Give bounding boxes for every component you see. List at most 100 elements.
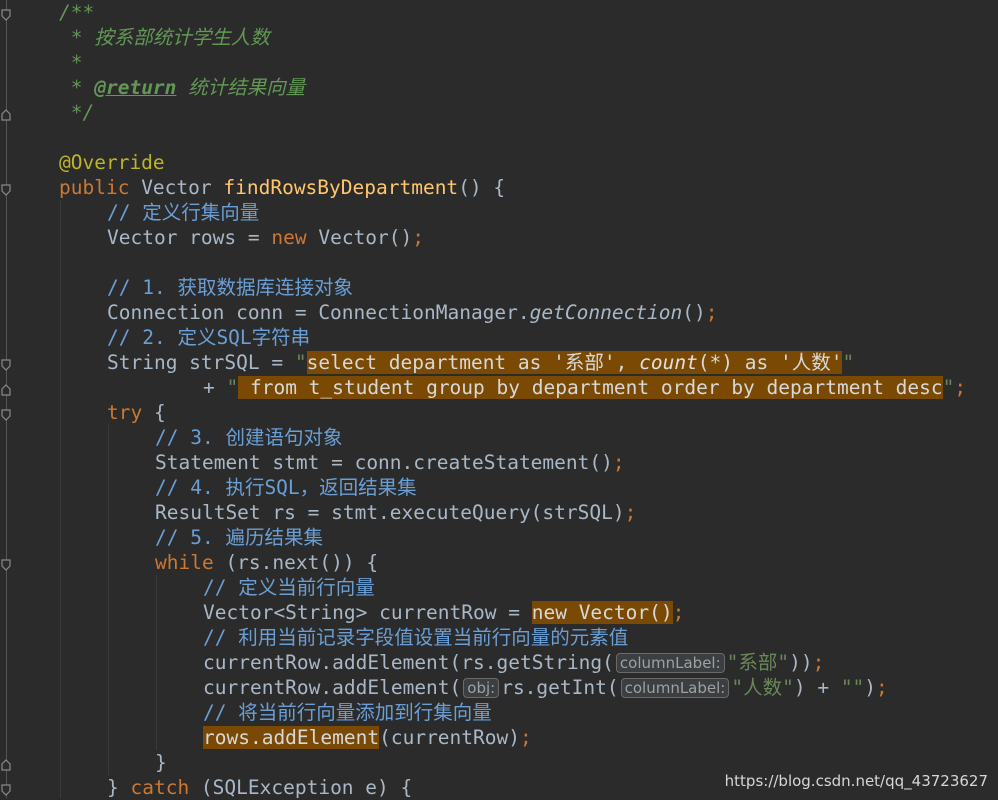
fold-arrow-icon[interactable] bbox=[1, 359, 11, 371]
doc-comment-text: * bbox=[59, 51, 83, 74]
string-literal: "系部" bbox=[726, 651, 790, 674]
code-line: @Override bbox=[59, 150, 165, 175]
code-line: currentRow.addElement(obj: rs.getInt(colu… bbox=[203, 675, 888, 700]
semicolon: ; bbox=[520, 726, 532, 749]
fold-arrow-icon[interactable] bbox=[1, 109, 11, 121]
code-line: /** bbox=[59, 0, 94, 25]
highlighted-sql: from t_student group by department order… bbox=[238, 376, 943, 399]
code-text: () bbox=[682, 301, 706, 324]
code-text: (SQLException e) { bbox=[189, 776, 413, 799]
code-line: // 3. 创建语句对象 bbox=[155, 425, 342, 450]
string-quote: " bbox=[842, 351, 855, 374]
string-literal: "人数" bbox=[731, 676, 794, 699]
editor-gutter bbox=[0, 0, 16, 798]
string-quote: " bbox=[226, 376, 239, 399]
code-line: * @return 统计结果向量 bbox=[59, 75, 305, 100]
code-line: // 4. 执行SQL，返回结果集 bbox=[155, 475, 417, 500]
fold-arrow-icon[interactable] bbox=[1, 559, 11, 571]
semicolon: ; bbox=[954, 376, 967, 399]
fold-arrow-icon[interactable] bbox=[1, 384, 11, 396]
code-line: ResultSet rs = stmt.executeQuery(strSQL)… bbox=[155, 500, 636, 525]
code-text: Vector rows = bbox=[107, 226, 272, 249]
code-line: + " from t_student group by department o… bbox=[203, 375, 966, 400]
semicolon: ; bbox=[705, 301, 718, 324]
highlighted-code: new Vector() bbox=[531, 601, 673, 624]
code-text: currentRow.addElement( bbox=[203, 676, 462, 699]
code-line: */ bbox=[59, 100, 95, 125]
line-comment: // 4. 执行SQL，返回结果集 bbox=[155, 476, 417, 499]
semicolon: ; bbox=[812, 651, 825, 674]
code-text: currentRow.addElement(rs.getString( bbox=[203, 651, 614, 674]
sql-function: count bbox=[639, 351, 698, 374]
fold-arrow-icon[interactable] bbox=[1, 9, 11, 21]
code-line: currentRow.addElement(rs.getString(colum… bbox=[203, 650, 824, 675]
semicolon: ; bbox=[876, 676, 888, 699]
keyword: try bbox=[107, 401, 143, 424]
code-line: public Vector findRowsByDepartment() { bbox=[59, 175, 505, 200]
string-quote: " bbox=[942, 376, 955, 399]
code-text: } bbox=[155, 751, 167, 774]
code-text: ) bbox=[864, 676, 877, 699]
doc-comment-text: * 按系部统计学生人数 bbox=[59, 26, 270, 49]
code-line: // 定义行集向量 bbox=[107, 200, 259, 225]
code-line: Vector rows = new Vector(); bbox=[107, 225, 424, 250]
code-line: rows.addElement(currentRow); bbox=[203, 725, 532, 750]
doc-comment-text: 统计结果向量 bbox=[176, 76, 306, 99]
doc-comment-open: /** bbox=[59, 1, 95, 24]
parameter-hint: columnLabel: bbox=[620, 678, 730, 698]
string-quote: " bbox=[294, 351, 307, 374]
method-params: () { bbox=[458, 176, 506, 199]
line-comment: // 5. 遍历结果集 bbox=[155, 526, 323, 549]
line-comment: // 定义当前行向量 bbox=[203, 576, 375, 599]
indent-guide bbox=[108, 425, 109, 775]
sql-text: (*) as '人数' bbox=[697, 351, 843, 374]
code-text: String strSQL = bbox=[107, 351, 295, 374]
indent-guide bbox=[156, 575, 157, 750]
code-line: * 按系部统计学生人数 bbox=[59, 25, 270, 50]
line-comment: // 2. 定义SQL字符串 bbox=[107, 326, 311, 349]
fold-arrow-icon[interactable] bbox=[1, 784, 11, 796]
watermark: https://blog.csdn.net/qq_43723627 bbox=[724, 772, 988, 790]
line-comment: // 1. 获取数据库连接对象 bbox=[107, 276, 353, 299]
highlighted-code: rows.addElement bbox=[203, 726, 380, 749]
override-annotation: @Override bbox=[59, 151, 165, 174]
semicolon: ; bbox=[612, 451, 625, 474]
keyword: catch bbox=[130, 776, 190, 799]
line-comment: // 将当前行向量添加到行集向量 bbox=[203, 701, 492, 724]
code-line: Connection conn = ConnectionManager.getC… bbox=[107, 300, 718, 325]
code-line: } catch (SQLException e) { bbox=[107, 775, 412, 800]
method-name: findRowsByDepartment bbox=[223, 176, 459, 199]
operator-plus: + bbox=[203, 376, 227, 399]
parameter-hint: columnLabel: bbox=[615, 653, 725, 673]
keyword: while bbox=[155, 551, 214, 574]
code-line: } bbox=[155, 750, 167, 775]
code-line: Statement stmt = conn.createStatement(); bbox=[155, 450, 625, 475]
return-type: Vector bbox=[129, 176, 224, 199]
code-text: ) + bbox=[793, 676, 841, 699]
semicolon: ; bbox=[412, 226, 425, 249]
code-text: )) bbox=[789, 651, 813, 674]
code-text: Vector<String> currentRow = bbox=[203, 601, 532, 624]
fold-arrow-icon[interactable] bbox=[1, 759, 11, 771]
code-line: // 1. 获取数据库连接对象 bbox=[107, 275, 353, 300]
line-comment: // 利用当前记录字段值设置当前行向量的元素值 bbox=[203, 626, 629, 649]
code-line: Vector<String> currentRow = new Vector()… bbox=[203, 600, 684, 625]
code-text: Vector() bbox=[306, 226, 413, 249]
code-text: Connection conn = ConnectionManager. bbox=[107, 301, 530, 324]
code-line: * bbox=[59, 50, 83, 75]
code-line: // 定义当前行向量 bbox=[203, 575, 375, 600]
doc-comment-close: */ bbox=[59, 101, 95, 124]
parameter-hint: obj: bbox=[463, 678, 500, 698]
semicolon: ; bbox=[672, 601, 685, 624]
static-method: getConnection bbox=[529, 301, 683, 324]
code-line: // 利用当前记录字段值设置当前行向量的元素值 bbox=[203, 625, 628, 650]
fold-arrow-icon[interactable] bbox=[1, 184, 11, 196]
keyword: new bbox=[271, 226, 307, 249]
semicolon: ; bbox=[624, 501, 637, 524]
code-text: (currentRow) bbox=[379, 726, 520, 749]
doc-comment-text: * bbox=[59, 76, 95, 99]
code-text: } bbox=[107, 776, 131, 799]
fold-arrow-icon[interactable] bbox=[1, 409, 11, 421]
code-line: // 将当前行向量添加到行集向量 bbox=[203, 700, 492, 725]
code-line: // 5. 遍历结果集 bbox=[155, 525, 323, 550]
